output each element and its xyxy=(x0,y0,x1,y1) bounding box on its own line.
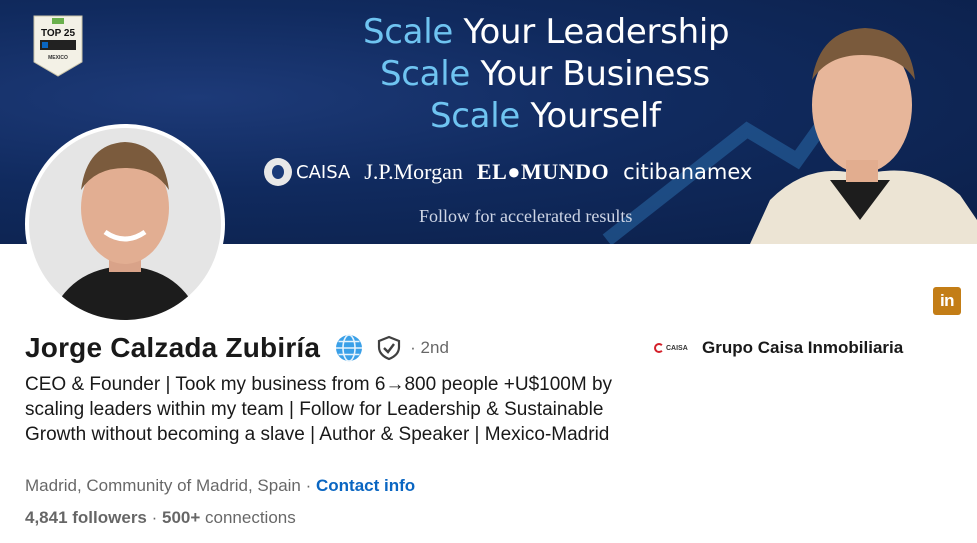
connections-label: connections xyxy=(200,508,296,527)
profile-avatar[interactable] xyxy=(25,124,225,324)
company-logo-icon: CAISA xyxy=(654,338,690,358)
elmundo-logo: EL●MUNDO xyxy=(476,159,610,184)
company-name[interactable]: Grupo Caisa Inmobiliaria xyxy=(702,338,903,358)
location-row: Madrid, Community of Madrid, Spain · Con… xyxy=(25,476,415,496)
profile-headline: CEO & Founder | Took my business from 6→… xyxy=(25,374,613,445)
connection-degree: · 2nd xyxy=(410,338,449,357)
profile-location: Madrid, Community of Madrid, Spain xyxy=(25,476,301,495)
location-separator: · xyxy=(300,476,316,495)
linkedin-icon[interactable]: in xyxy=(933,287,961,315)
current-company[interactable]: CAISA Grupo Caisa Inmobiliaria xyxy=(654,338,903,358)
citibanamex-logo: citibanamex xyxy=(623,160,753,184)
followers-count: 4,841 followers xyxy=(25,508,147,527)
headline-line-2: Scale Your Business xyxy=(380,54,710,94)
top-25-badge: TOP 25 MEXICO xyxy=(33,15,83,77)
stats-row: 4,841 followers · 500+ connections xyxy=(25,508,296,528)
banner-portrait xyxy=(750,28,977,244)
badge-country-text: MEXICO xyxy=(48,55,68,61)
caisa-logo-icon xyxy=(264,158,292,186)
banner-follow-text: Follow for accelerated results xyxy=(419,206,633,226)
headline-line-3: Scale Yourself xyxy=(430,96,661,136)
partner-logos: CAISA J.P.Morgan EL●MUNDO citibanamex xyxy=(264,152,752,192)
jpmorgan-logo: J.P.Morgan xyxy=(364,159,463,184)
avatar-image xyxy=(29,128,221,320)
contact-info-link[interactable]: Contact info xyxy=(316,476,415,495)
connections-count[interactable]: 500+ xyxy=(162,508,200,527)
profile-name: Jorge Calzada Zubiría xyxy=(25,332,321,363)
globe-icon[interactable] xyxy=(334,333,364,363)
headline-line-1: Scale Your Leadership xyxy=(363,12,730,52)
stats-separator: · xyxy=(146,508,162,527)
name-row: Jorge Calzada Zubiría · 2nd xyxy=(25,328,449,368)
caisa-logo: CAISA xyxy=(264,158,350,186)
verified-shield-icon[interactable] xyxy=(376,335,402,361)
badge-top25-text: TOP 25 xyxy=(41,28,76,39)
